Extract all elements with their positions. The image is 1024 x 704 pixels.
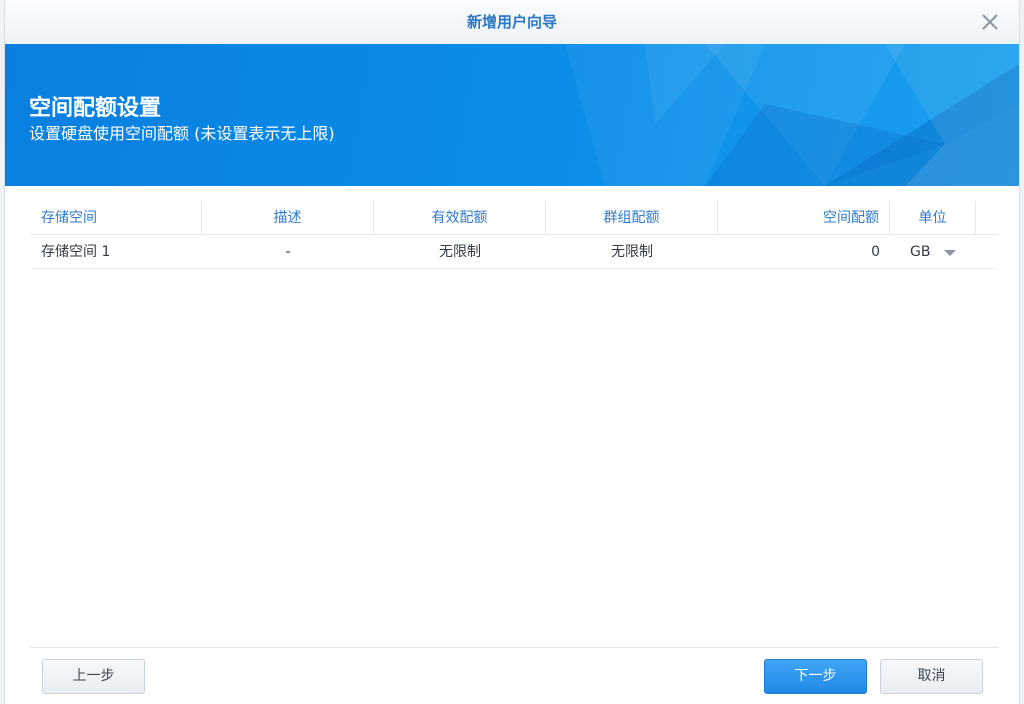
page-subtitle: 设置硬盘使用空间配额 (未设置表示无上限) — [29, 124, 335, 143]
chevron-down-icon[interactable] — [944, 249, 957, 256]
unit-value: GB — [910, 243, 931, 260]
unit-select[interactable]: GB — [890, 235, 976, 268]
prev-button[interactable]: 上一步 — [42, 659, 145, 694]
table-row[interactable]: 存储空间 1 - 无限制 无限制 0 GB — [30, 235, 998, 269]
dialog-title: 新增用户向导 — [466, 13, 557, 31]
footer-divider — [30, 647, 998, 648]
table-header: 存储空间 描述 有效配额 群组配额 空间配额 单位 — [30, 201, 998, 235]
cell-space-quota-input[interactable]: 0 — [718, 235, 890, 268]
wizard-dialog: 新增用户向导 空间配额设置 设置硬盘使用空间配额 (未设置表示无上限) 存储空间… — [4, 0, 1020, 704]
row-spacer — [976, 235, 998, 268]
header-banner: 空间配额设置 设置硬盘使用空间配额 (未设置表示无上限) — [5, 44, 1019, 186]
column-header-unit[interactable]: 单位 — [890, 201, 976, 234]
quota-table: 存储空间 描述 有效配额 群组配额 空间配额 单位 存储空间 1 - 无限制 无… — [30, 201, 998, 269]
column-header-spacer — [976, 201, 998, 234]
background-app-right — [1020, 0, 1024, 704]
column-header-storage[interactable]: 存储空间 — [30, 201, 202, 234]
dialog-titlebar: 新增用户向导 — [5, 0, 1019, 45]
cell-effective-quota: 无限制 — [439, 244, 481, 260]
column-header-description[interactable]: 描述 — [202, 201, 374, 234]
column-header-space-quota[interactable]: 空间配额 — [718, 201, 890, 234]
cancel-button[interactable]: 取消 — [880, 659, 983, 694]
cell-group-quota: 无限制 — [611, 244, 653, 260]
page-title: 空间配额设置 — [29, 96, 162, 121]
column-header-effective-quota[interactable]: 有效配额 — [374, 201, 546, 234]
cell-storage: 存储空间 1 — [41, 244, 111, 260]
column-header-group-quota[interactable]: 群组配额 — [546, 201, 718, 234]
next-button[interactable]: 下一步 — [764, 659, 867, 694]
cell-description: - — [285, 244, 291, 260]
close-icon[interactable] — [979, 11, 1001, 33]
